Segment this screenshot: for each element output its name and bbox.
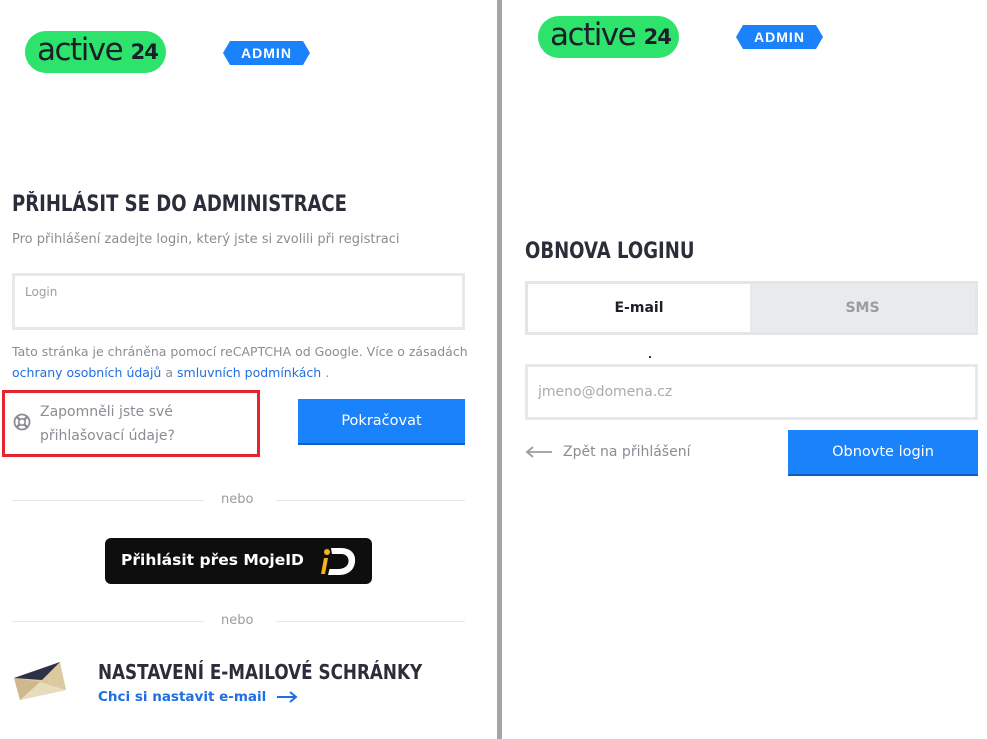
mojeid-logo-icon	[321, 548, 356, 575]
admin-badge: ADMIN	[223, 41, 310, 65]
continue-button[interactable]: Pokračovat	[298, 399, 465, 445]
envelope-icon	[14, 662, 66, 700]
recaptcha-end: .	[325, 365, 330, 380]
arrow-left-icon	[525, 446, 552, 458]
decorative-dot	[649, 356, 651, 358]
login-field[interactable]: Login	[12, 273, 465, 330]
tab-sms[interactable]: SMS	[750, 284, 975, 332]
separator-line	[12, 621, 204, 622]
recaptcha-text: Tato stránka je chráněna pomocí reCAPTCH…	[12, 344, 468, 359]
separator-label: nebo	[221, 613, 254, 628]
brand-logo[interactable]: active 24	[25, 31, 167, 73]
back-to-login-label: Zpět na přihlášení	[563, 444, 691, 460]
recover-login-button[interactable]: Obnovte login	[788, 430, 978, 476]
separator-line	[276, 500, 465, 501]
logo-number: 24	[126, 34, 163, 70]
back-to-login-link[interactable]: Zpět na přihlášení	[525, 444, 690, 460]
privacy-link[interactable]: ochrany osobních údajů	[12, 365, 161, 380]
lifebuoy-icon	[13, 413, 31, 431]
recaptcha-notice: Tato stránka je chráněna pomocí reCAPTCH…	[12, 341, 482, 383]
separator-line	[276, 621, 465, 622]
separator-line	[12, 500, 204, 501]
arrow-right-icon	[277, 691, 298, 703]
recovery-title: OBNOVA LOGINU	[525, 239, 695, 264]
tab-email[interactable]: E-mail	[528, 284, 750, 332]
login-input[interactable]	[15, 276, 462, 327]
logo-word: active	[37, 32, 124, 68]
brand-logo[interactable]: active 24	[538, 16, 680, 58]
logo-pill: active 24	[538, 16, 680, 58]
login-subtitle: Pro přihlášení zadejte login, který jste…	[12, 232, 400, 247]
terms-link[interactable]: smluvních podmínkách	[177, 365, 321, 380]
mojeid-button-label: Přihlásit přes MojeID	[121, 551, 304, 569]
email-setup-title: NASTAVENÍ E-MAILOVÉ SCHRÁNKY	[98, 660, 423, 684]
logo-pill: active 24	[25, 31, 167, 73]
recovery-email-field[interactable]	[525, 364, 978, 420]
recovery-method-tabs: E-mail SMS	[525, 281, 978, 335]
recovery-email-input[interactable]	[528, 367, 975, 417]
logo-number: 24	[639, 19, 676, 55]
admin-badge: ADMIN	[736, 25, 823, 49]
logo-word: active	[550, 17, 637, 53]
forgot-credentials-link[interactable]: Zapomněli jste své přihlašovací údaje?	[40, 400, 255, 448]
email-setup-link[interactable]: Chci si nastavit e-mail	[98, 689, 298, 705]
separator-label: nebo	[221, 492, 254, 507]
login-title: PŘIHLÁSIT SE DO ADMINISTRACE	[12, 192, 347, 217]
email-setup-link-label: Chci si nastavit e-mail	[98, 689, 267, 705]
panel-divider	[497, 0, 502, 739]
recaptcha-conjunction: a	[165, 365, 174, 380]
